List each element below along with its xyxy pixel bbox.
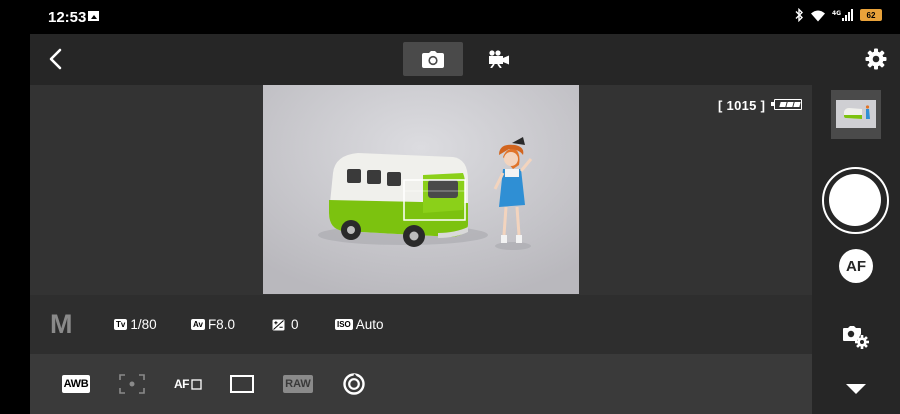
tv-badge: Tv bbox=[114, 319, 128, 330]
iso-badge: ISO bbox=[335, 319, 353, 330]
camera-battery-full-icon bbox=[771, 99, 802, 110]
back-arrow-icon bbox=[49, 48, 62, 70]
exposure-compensation-value: 0 bbox=[291, 317, 299, 332]
aspect-ratio-icon bbox=[230, 375, 254, 393]
drive-icon bbox=[343, 373, 365, 395]
right-control-column: AF bbox=[812, 85, 900, 414]
shots-remaining: [ 1015 ] bbox=[718, 98, 766, 113]
raw-label: RAW bbox=[283, 375, 313, 393]
tools-bar: AWB AF RAW bbox=[30, 354, 812, 414]
photo-mode-tab[interactable] bbox=[403, 42, 463, 76]
image-quality-button[interactable]: RAW bbox=[282, 372, 314, 396]
drive-mode-button[interactable] bbox=[341, 372, 367, 396]
last-shot-thumbnail[interactable] bbox=[831, 90, 881, 139]
thumbnail-image bbox=[836, 100, 876, 128]
iso-setting[interactable]: ISO Auto bbox=[335, 317, 384, 332]
aperture-setting[interactable]: Av F8.0 bbox=[191, 317, 235, 332]
camera-settings-icon bbox=[843, 326, 869, 349]
exposure-settings-bar: M Tv 1/80 Av F8.0 0 ISO Auto bbox=[30, 295, 812, 354]
shutter-speed-setting[interactable]: Tv 1/80 bbox=[114, 317, 157, 332]
af-method-label: AF bbox=[174, 377, 190, 391]
exposure-compensation-icon bbox=[272, 319, 285, 330]
shutter-speed-value: 1/80 bbox=[130, 317, 157, 332]
signal-icon: 4G bbox=[832, 8, 853, 21]
shutter-button[interactable] bbox=[822, 167, 889, 234]
wifi-icon bbox=[811, 10, 825, 21]
video-mode-tab[interactable] bbox=[478, 42, 520, 76]
back-button[interactable] bbox=[44, 46, 70, 72]
settings-button[interactable] bbox=[862, 45, 890, 73]
camera-settings-button[interactable] bbox=[842, 322, 872, 352]
top-bar bbox=[30, 34, 900, 85]
svg-text:4G: 4G bbox=[832, 10, 841, 17]
camera-icon bbox=[422, 50, 444, 68]
gear-icon bbox=[865, 48, 887, 70]
awb-label: AWB bbox=[61, 375, 91, 393]
aspect-ratio-button[interactable] bbox=[229, 372, 255, 396]
shooting-mode[interactable]: M bbox=[50, 309, 73, 340]
exposure-compensation-setting[interactable]: 0 bbox=[272, 317, 299, 332]
iso-value: Auto bbox=[355, 317, 384, 332]
metering-icon bbox=[119, 374, 145, 394]
aperture-value: F8.0 bbox=[207, 317, 235, 332]
camera-remote-app: [ 1015 ] M Tv 1/80 Av F8.0 0 ISO Auto AW… bbox=[30, 34, 900, 414]
af-method-button[interactable]: AF bbox=[172, 372, 204, 396]
white-balance-button[interactable]: AWB bbox=[61, 372, 91, 396]
av-badge: Av bbox=[191, 319, 205, 330]
live-view-image[interactable] bbox=[263, 85, 579, 294]
metering-button[interactable] bbox=[118, 372, 146, 396]
system-status-bar: 12:53 4G 62 bbox=[0, 0, 900, 34]
chevron-down-icon[interactable] bbox=[846, 384, 866, 394]
video-camera-icon bbox=[489, 50, 509, 68]
live-view-scene bbox=[263, 85, 579, 294]
bluetooth-icon bbox=[795, 8, 803, 22]
status-time: 12:53 bbox=[48, 9, 87, 26]
battery-icon: 62 bbox=[860, 9, 882, 21]
live-view-area: [ 1015 ] bbox=[30, 85, 812, 295]
af-button[interactable]: AF bbox=[839, 249, 873, 283]
af-frame-icon bbox=[191, 378, 202, 390]
status-icons: 4G 62 bbox=[794, 8, 882, 22]
gallery-icon bbox=[88, 11, 99, 21]
